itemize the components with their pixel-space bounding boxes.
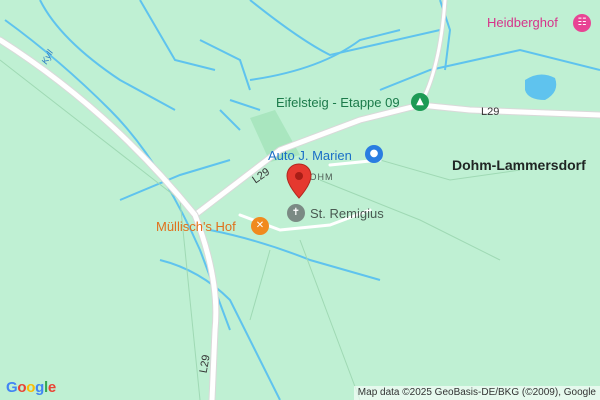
poi-label-auto-marien[interactable]: Auto J. Marien [268,148,352,163]
location-pin-icon[interactable] [286,163,312,199]
bed-icon[interactable]: ☷ [573,14,591,32]
shopping-bag-icon[interactable]: ● [365,145,383,163]
google-logo: Google [6,379,56,396]
road-label-l29-east: L29 [481,106,500,118]
map-canvas[interactable]: ☷ Heidberghof Eifelsteig - Etappe 09 ▲ A… [0,0,600,400]
poi-label-heidberghof[interactable]: Heidberghof [487,15,558,30]
waterways [4,0,600,400]
poi-label-muellischs-hof[interactable]: Müllisch's Hof [156,219,236,234]
logo-letter: G [6,379,18,396]
logo-letter: o [26,379,36,396]
map-attribution: Map data ©2025 GeoBasis-DE/BKG (©2009), … [353,386,600,400]
logo-letter: e [47,379,56,396]
cross-icon[interactable]: ✝ [287,204,305,222]
road-l29 [0,0,600,400]
logo-letter: o [17,379,27,396]
poi-label-eifelsteig[interactable]: Eifelsteig - Etappe 09 [276,95,400,110]
fork-knife-icon[interactable]: ✕ [251,217,269,235]
logo-letter: g [35,379,44,396]
lake [525,74,557,100]
map-base-layer [0,0,600,400]
place-label-dohm-lammersdorf: Dohm-Lammersdorf [452,157,586,173]
poi-label-st-remigius[interactable]: St. Remigius [310,206,384,221]
hiking-icon[interactable]: ▲ [411,93,429,111]
